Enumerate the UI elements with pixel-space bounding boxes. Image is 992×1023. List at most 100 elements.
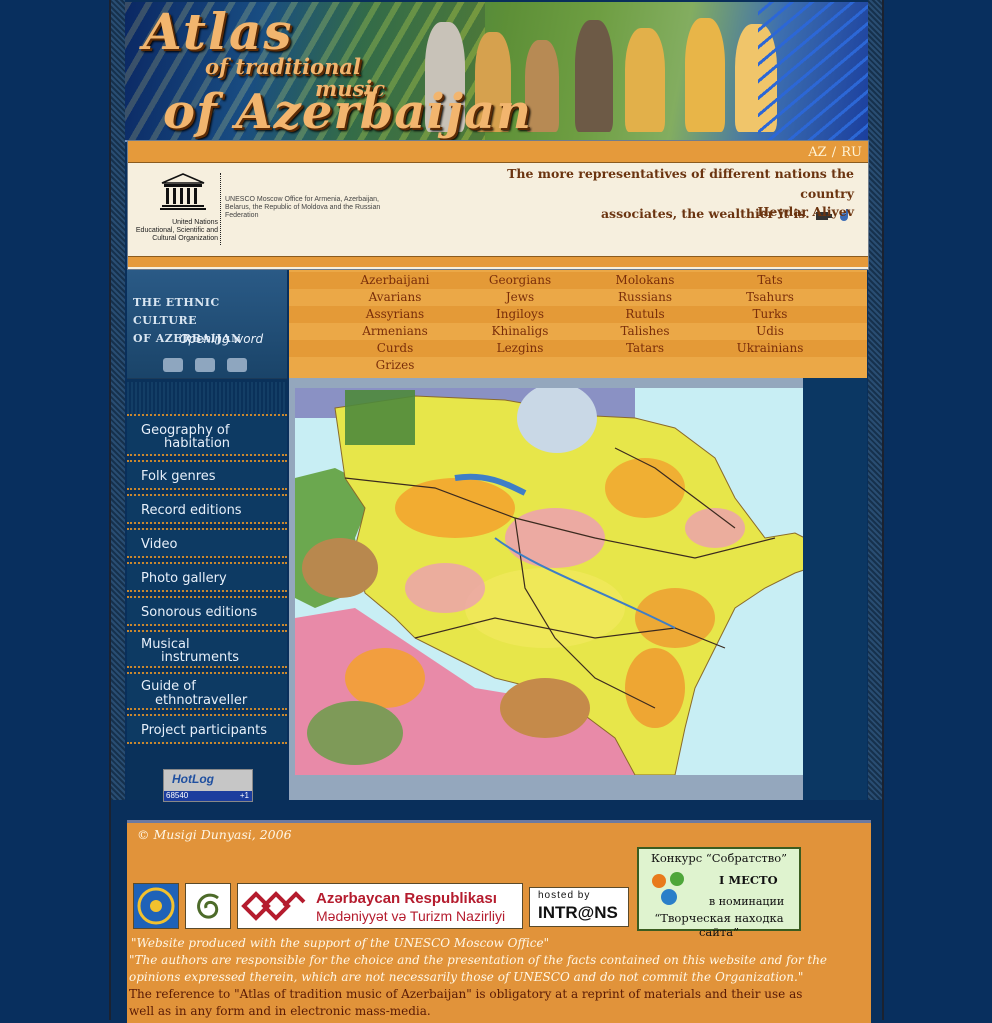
nations-row: Avarians Jews Russians Tsahurs <box>289 289 867 306</box>
menu-folk-genres[interactable]: Folk genres <box>127 460 287 490</box>
nation-link[interactable]: Azerbaijani <box>340 272 450 289</box>
award-badge[interactable]: Конкурс “Собратство” I МЕСТО в номинации… <box>637 847 801 939</box>
introns-name: INTR@NS <box>538 903 618 922</box>
ethnic-culture-line-1: THE ETHNIC CULTURE <box>133 296 220 327</box>
nation-link[interactable]: Ingiloys <box>465 306 575 323</box>
nations-row: Curds Lezgins Tatars Ukrainians <box>289 340 867 357</box>
menu-geography-line-2: habitation <box>164 436 231 451</box>
nation-link[interactable]: Tatars <box>590 340 700 357</box>
quote-line-1: The more representatives of different na… <box>507 166 854 201</box>
menu-musical-instruments[interactable]: Musical instruments <box>127 630 287 668</box>
award-line-4: “Творческая находка сайта” <box>654 911 784 939</box>
ministry-line-1: Azərbaycan Respublikası <box>316 890 497 907</box>
banner-title-atlas: Atlas <box>143 2 294 61</box>
nations-row: Assyrians Ingiloys Rutuls Turks <box>289 306 867 323</box>
rotary-logo[interactable] <box>133 883 179 929</box>
site-banner[interactable]: Atlas of traditional music of Azerbaijan <box>125 2 868 142</box>
menu-guide-ethnotraveller[interactable]: Guide of ethnotraveller <box>127 672 287 710</box>
hotlog-count: 68540 <box>166 791 189 800</box>
menu-guide-line-1: Guide of <box>141 679 196 694</box>
map-area <box>289 378 854 800</box>
right-frame-border <box>868 0 882 800</box>
menu-sonorous-editions[interactable]: Sonorous editions <box>127 596 287 626</box>
ministry-line-2: Mədəniyyət və Turizm Nazirliyi <box>316 908 506 924</box>
unesco-divider <box>220 173 221 245</box>
right-decor-strip <box>803 378 867 800</box>
nation-link[interactable]: Curds <box>340 340 450 357</box>
lang-ru-link[interactable]: RU <box>841 145 862 160</box>
nation-link[interactable]: Khinaligs <box>465 323 575 340</box>
menu-musical-instruments-line-2: instruments <box>161 650 240 665</box>
nation-link[interactable]: Talishes <box>590 323 700 340</box>
nations-row: Armenians Khinaligs Talishes Udis <box>289 323 867 340</box>
banner-dancer-figure <box>575 20 613 132</box>
nations-row: Azerbaijani Georgians Molokans Tats <box>289 272 867 289</box>
menu-project-participants[interactable]: Project participants <box>127 714 287 744</box>
lang-az-link[interactable]: AZ <box>808 145 826 160</box>
ministry-ornament-icon <box>241 891 306 921</box>
menu-record-editions-label: Record editions <box>141 503 242 518</box>
nation-link[interactable]: Molokans <box>590 272 700 289</box>
home-icon[interactable] <box>227 358 247 372</box>
hotlog-counter[interactable]: HotLog 68540 +1 <box>163 769 253 802</box>
banner-dancer-figure <box>685 18 725 132</box>
left-panel: THE ETHNIC CULTURE OF AZERBAIJAN Opening… <box>127 270 287 802</box>
hosted-by-label: hosted by <box>538 890 591 901</box>
spiral-logo[interactable] <box>185 883 231 929</box>
unesco-temple-icon <box>160 173 206 210</box>
nation-link[interactable]: Tats <box>715 272 825 289</box>
menu-folk-genres-label: Folk genres <box>141 469 216 484</box>
nation-link[interactable]: Assyrians <box>340 306 450 323</box>
banner-stripes-decoration <box>758 2 868 140</box>
question-icon[interactable] <box>163 358 183 372</box>
unesco-support-note: "Website produced with the support of th… <box>131 936 550 950</box>
header-body: United Nations Educational, Scientific a… <box>128 163 868 256</box>
nation-link[interactable]: Jews <box>465 289 575 306</box>
nation-link[interactable]: Tsahurs <box>715 289 825 306</box>
header-bottom-bar <box>128 256 868 267</box>
spiral-icon <box>197 893 219 919</box>
nations-row: Grizes <box>289 357 867 374</box>
banner-dancer-figure <box>625 28 665 132</box>
left-panel-dots <box>127 382 287 414</box>
mail-icon[interactable] <box>195 358 215 372</box>
menu-photo-gallery-label: Photo gallery <box>141 571 227 586</box>
ministry-logo[interactable]: Azərbaycan Respublikası Mədəniyyət və Tu… <box>237 883 523 929</box>
nation-link[interactable]: Ukrainians <box>715 340 825 357</box>
nations-grid: Azerbaijani Georgians Molokans Tats Avar… <box>289 270 867 378</box>
award-line-2: I МЕСТО <box>719 873 778 887</box>
nation-link[interactable]: Russians <box>590 289 700 306</box>
unesco-name: United Nations Educational, Scientific a… <box>135 219 218 242</box>
introns-hosting-logo[interactable]: hosted by INTR@NS <box>529 887 629 927</box>
ethnic-culture-box[interactable]: THE ETHNIC CULTURE OF AZERBAIJAN Opening… <box>127 270 287 379</box>
menu-project-participants-label: Project participants <box>141 723 267 738</box>
menu-video-label: Video <box>141 537 178 552</box>
award-line-3: в номинации <box>709 895 785 908</box>
nation-link[interactable]: Avarians <box>340 289 450 306</box>
menu-guide-line-2: ethnotraveller <box>155 693 248 708</box>
nation-link[interactable]: Grizes <box>340 357 450 374</box>
menu-geography[interactable]: Geography of habitation <box>127 414 287 456</box>
menu-record-editions[interactable]: Record editions <box>127 494 287 524</box>
nation-link[interactable]: Lezgins <box>465 340 575 357</box>
ethnic-map[interactable] <box>295 388 854 775</box>
nation-link[interactable]: Rutuls <box>590 306 700 323</box>
nation-link[interactable]: Armenians <box>340 323 450 340</box>
lang-separator: / <box>831 145 837 160</box>
header-band: AZ / RU United Nations Educational, Scie… <box>127 140 869 270</box>
award-people-icon <box>652 872 684 905</box>
menu-video[interactable]: Video <box>127 528 287 558</box>
page-container: Atlas of traditional music of Azerbaijan… <box>109 0 884 1023</box>
award-line-1: Конкурс “Собратство” <box>650 851 788 865</box>
nation-link[interactable]: Udis <box>715 323 825 340</box>
nation-link[interactable]: Turks <box>715 306 825 323</box>
menu-photo-gallery[interactable]: Photo gallery <box>127 562 287 592</box>
language-bar: AZ / RU <box>128 141 868 163</box>
hotlog-plus: +1 <box>239 791 249 800</box>
footer: © Musigi Dunyasi, 2006 Azərbaycan Respub… <box>127 820 871 1023</box>
unesco-logo[interactable]: United Nations Educational, Scientific a… <box>134 173 218 245</box>
opening-word-link[interactable]: Opening word <box>179 332 263 346</box>
banner-title-azerbaijan: of Azerbaijan <box>163 84 532 140</box>
copyright: © Musigi Dunyasi, 2006 <box>137 827 292 842</box>
nation-link[interactable]: Georgians <box>465 272 575 289</box>
